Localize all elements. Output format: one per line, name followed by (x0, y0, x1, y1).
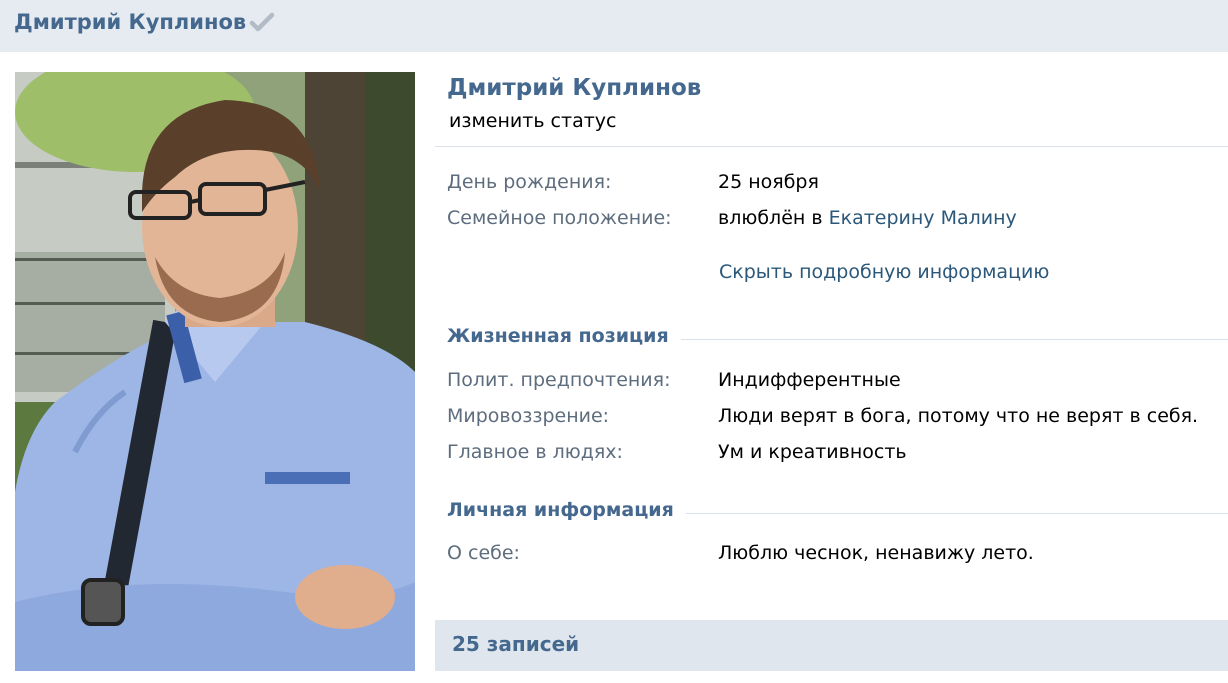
info-label: Семейное положение: (447, 207, 672, 229)
hide-details-link[interactable]: Скрыть подробную информацию (719, 261, 1049, 283)
posts-count-label[interactable]: 25 записей (452, 632, 579, 656)
people-main-link[interactable]: Ум и креативность (718, 441, 907, 463)
info-value: Люблю чеснок, ненавижу лето. (718, 542, 1034, 564)
info-row-birthday: День рождения: 25 ноября (447, 171, 1227, 199)
page-title[interactable]: Дмитрий Куплинов (14, 10, 246, 34)
info-label: День рождения: (447, 171, 612, 193)
info-row-relationship: Семейное положение: влюблён в Екатерину … (447, 207, 1227, 235)
section-title: Личная информация (447, 499, 686, 521)
info-value: Индифферентные (718, 369, 901, 391)
section-personal-info: Личная информация (447, 499, 1228, 529)
info-label: Мировоззрение: (447, 405, 610, 427)
info-row-worldview: Мировоззрение: Люди верят в бога, потому… (447, 405, 1227, 433)
checkmark-icon (249, 12, 275, 32)
posts-header[interactable]: 25 записей (435, 620, 1228, 671)
section-life-position: Жизненная позиция (447, 325, 1228, 355)
profile-photo[interactable] (15, 72, 415, 671)
change-status-link[interactable]: изменить статус (449, 110, 616, 132)
info-label: О себе: (447, 542, 520, 564)
profile-info: Дмитрий Куплинов изменить статус День ро… (435, 72, 1228, 683)
info-label: Главное в людях: (447, 441, 623, 463)
birthday-link[interactable]: 25 ноября (718, 171, 819, 193)
relationship-prefix: влюблён в (718, 207, 823, 229)
partner-link[interactable]: Екатерину Малину (829, 207, 1017, 229)
top-bar: Дмитрий Куплинов (0, 0, 1228, 52)
worldview-link[interactable]: Люди верят в бога, потому что не верят в… (718, 405, 1198, 427)
info-label: Полит. предпочтения: (447, 369, 671, 391)
section-title: Жизненная позиция (447, 325, 681, 347)
info-row-politics: Полит. предпочтения: Индифферентные (447, 369, 1227, 397)
info-row-people-main: Главное в людях: Ум и креативность (447, 441, 1227, 469)
relationship-value: влюблён в Екатерину Малину (718, 207, 1017, 229)
divider (435, 146, 1228, 147)
info-row-about: О себе: Люблю чеснок, ненавижу лето. (447, 542, 1227, 570)
profile-name: Дмитрий Куплинов (447, 75, 702, 101)
